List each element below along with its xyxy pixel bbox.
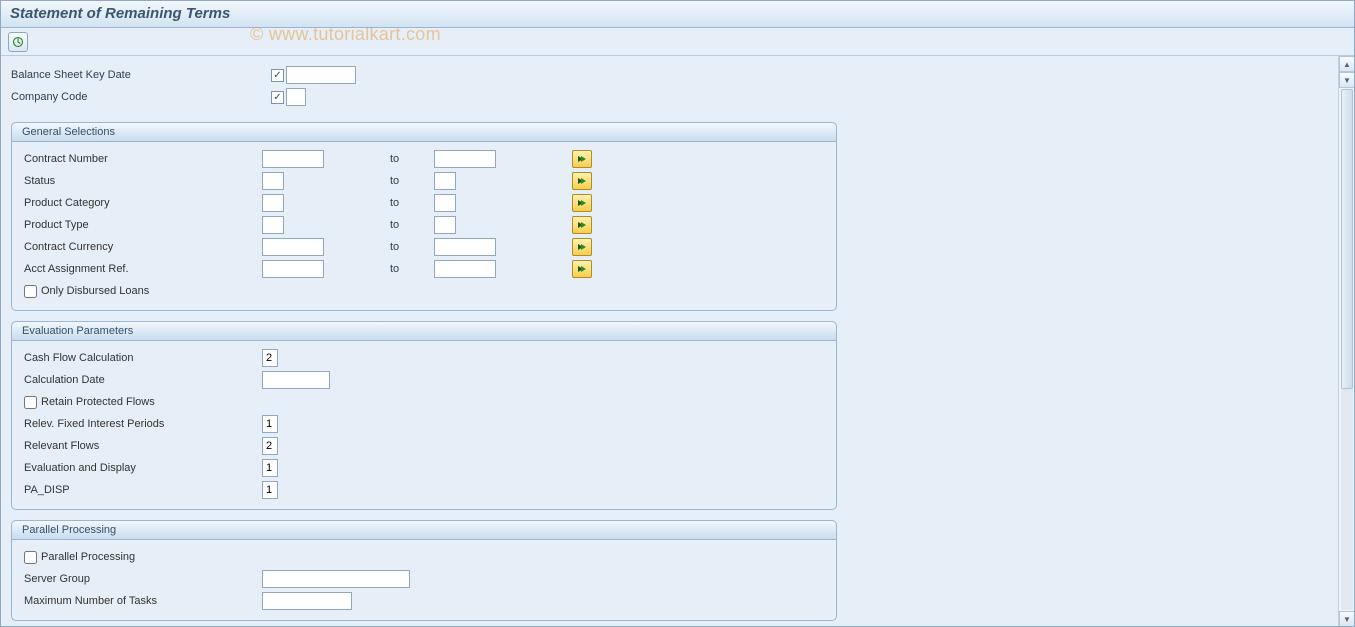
- selection-to-input[interactable]: [434, 172, 456, 190]
- multiple-selection-button[interactable]: [572, 194, 592, 212]
- fixed-interest-input[interactable]: [262, 415, 278, 433]
- toolbar: [0, 28, 1355, 56]
- selection-to-input[interactable]: [434, 238, 496, 256]
- selection-from-input[interactable]: [262, 238, 324, 256]
- only-disbursed-checkbox[interactable]: [24, 285, 37, 298]
- selection-row: Product Type to: [24, 214, 824, 236]
- multiple-selection-button[interactable]: [572, 172, 592, 190]
- pa-disp-input[interactable]: [262, 481, 278, 499]
- multiple-selection-button[interactable]: [572, 216, 592, 234]
- to-label: to: [390, 197, 434, 209]
- server-group-input[interactable]: [262, 570, 410, 588]
- eval-display-input[interactable]: [262, 459, 278, 477]
- group-general-selections: General Selections Contract NumbertoStat…: [11, 122, 837, 311]
- scroll-up-button[interactable]: ▲: [1339, 56, 1355, 72]
- group-title-parallel-processing: Parallel Processing: [12, 521, 836, 540]
- content-area: Balance Sheet Key Date ✓ Company Code ✓ …: [1, 56, 1338, 626]
- group-evaluation-parameters: Evaluation Parameters Cash Flow Calculat…: [11, 321, 837, 510]
- scroll-thumb[interactable]: [1341, 89, 1353, 389]
- retain-protected-label: Retain Protected Flows: [41, 396, 155, 408]
- execute-icon: [12, 36, 24, 48]
- selection-from-input[interactable]: [262, 260, 324, 278]
- balance-sheet-key-date-input[interactable]: [286, 66, 356, 84]
- arrow-right-icon: [577, 265, 587, 273]
- parallel-processing-label: Parallel Processing: [41, 551, 135, 563]
- arrow-right-icon: [577, 155, 587, 163]
- arrow-right-icon: [577, 243, 587, 251]
- required-indicator-icon: ✓: [271, 69, 284, 82]
- to-label: to: [390, 263, 434, 275]
- scroll-down-step-button[interactable]: ▼: [1339, 72, 1355, 88]
- group-title-evaluation-parameters: Evaluation Parameters: [12, 322, 836, 341]
- selection-to-input[interactable]: [434, 150, 496, 168]
- parallel-processing-checkbox[interactable]: [24, 551, 37, 564]
- required-indicator-icon: ✓: [271, 91, 284, 104]
- company-code-input[interactable]: [286, 88, 306, 106]
- multiple-selection-button[interactable]: [572, 150, 592, 168]
- multiple-selection-button[interactable]: [572, 260, 592, 278]
- calc-date-input[interactable]: [262, 371, 330, 389]
- selection-label: Acct Assignment Ref.: [24, 263, 262, 275]
- selection-label: Product Type: [24, 219, 262, 231]
- selection-row: Acct Assignment Ref. to: [24, 258, 824, 280]
- to-label: to: [390, 153, 434, 165]
- selection-row: Product Category to: [24, 192, 824, 214]
- selection-row: Contract Number to: [24, 148, 824, 170]
- selection-label: Contract Number: [24, 153, 262, 165]
- selection-from-input[interactable]: [262, 194, 284, 212]
- scroll-down-button[interactable]: ▼: [1339, 611, 1355, 627]
- max-tasks-label: Maximum Number of Tasks: [24, 595, 262, 607]
- company-code-label: Company Code: [11, 91, 271, 103]
- pa-disp-label: PA_DISP: [24, 484, 262, 496]
- only-disbursed-label: Only Disbursed Loans: [41, 285, 149, 297]
- multiple-selection-button[interactable]: [572, 238, 592, 256]
- selection-label: Product Category: [24, 197, 262, 209]
- selection-row: Contract Currency to: [24, 236, 824, 258]
- selection-label: Contract Currency: [24, 241, 262, 253]
- fixed-interest-label: Relev. Fixed Interest Periods: [24, 418, 262, 430]
- group-parallel-processing: Parallel Processing Parallel Processing …: [11, 520, 837, 621]
- retain-protected-checkbox[interactable]: [24, 396, 37, 409]
- relevant-flows-input[interactable]: [262, 437, 278, 455]
- group-title-general-selections: General Selections: [12, 123, 836, 142]
- cash-flow-calc-input[interactable]: [262, 349, 278, 367]
- selection-to-input[interactable]: [434, 194, 456, 212]
- arrow-right-icon: [577, 221, 587, 229]
- arrow-right-icon: [577, 199, 587, 207]
- selection-to-input[interactable]: [434, 260, 496, 278]
- vertical-scrollbar[interactable]: ▲ ▼ ▼: [1338, 56, 1355, 627]
- balance-sheet-key-date-label: Balance Sheet Key Date: [11, 69, 271, 81]
- selection-label: Status: [24, 175, 262, 187]
- to-label: to: [390, 175, 434, 187]
- relevant-flows-label: Relevant Flows: [24, 440, 262, 452]
- server-group-label: Server Group: [24, 573, 262, 585]
- calc-date-label: Calculation Date: [24, 374, 262, 386]
- selection-to-input[interactable]: [434, 216, 456, 234]
- selection-from-input[interactable]: [262, 216, 284, 234]
- selection-row: Status to: [24, 170, 824, 192]
- selection-from-input[interactable]: [262, 172, 284, 190]
- to-label: to: [390, 219, 434, 231]
- eval-display-label: Evaluation and Display: [24, 462, 262, 474]
- max-tasks-input[interactable]: [262, 592, 352, 610]
- arrow-right-icon: [577, 177, 587, 185]
- page-title: Statement of Remaining Terms: [0, 0, 1355, 28]
- to-label: to: [390, 241, 434, 253]
- selection-from-input[interactable]: [262, 150, 324, 168]
- cash-flow-calc-label: Cash Flow Calculation: [24, 352, 262, 364]
- execute-button[interactable]: [8, 32, 28, 52]
